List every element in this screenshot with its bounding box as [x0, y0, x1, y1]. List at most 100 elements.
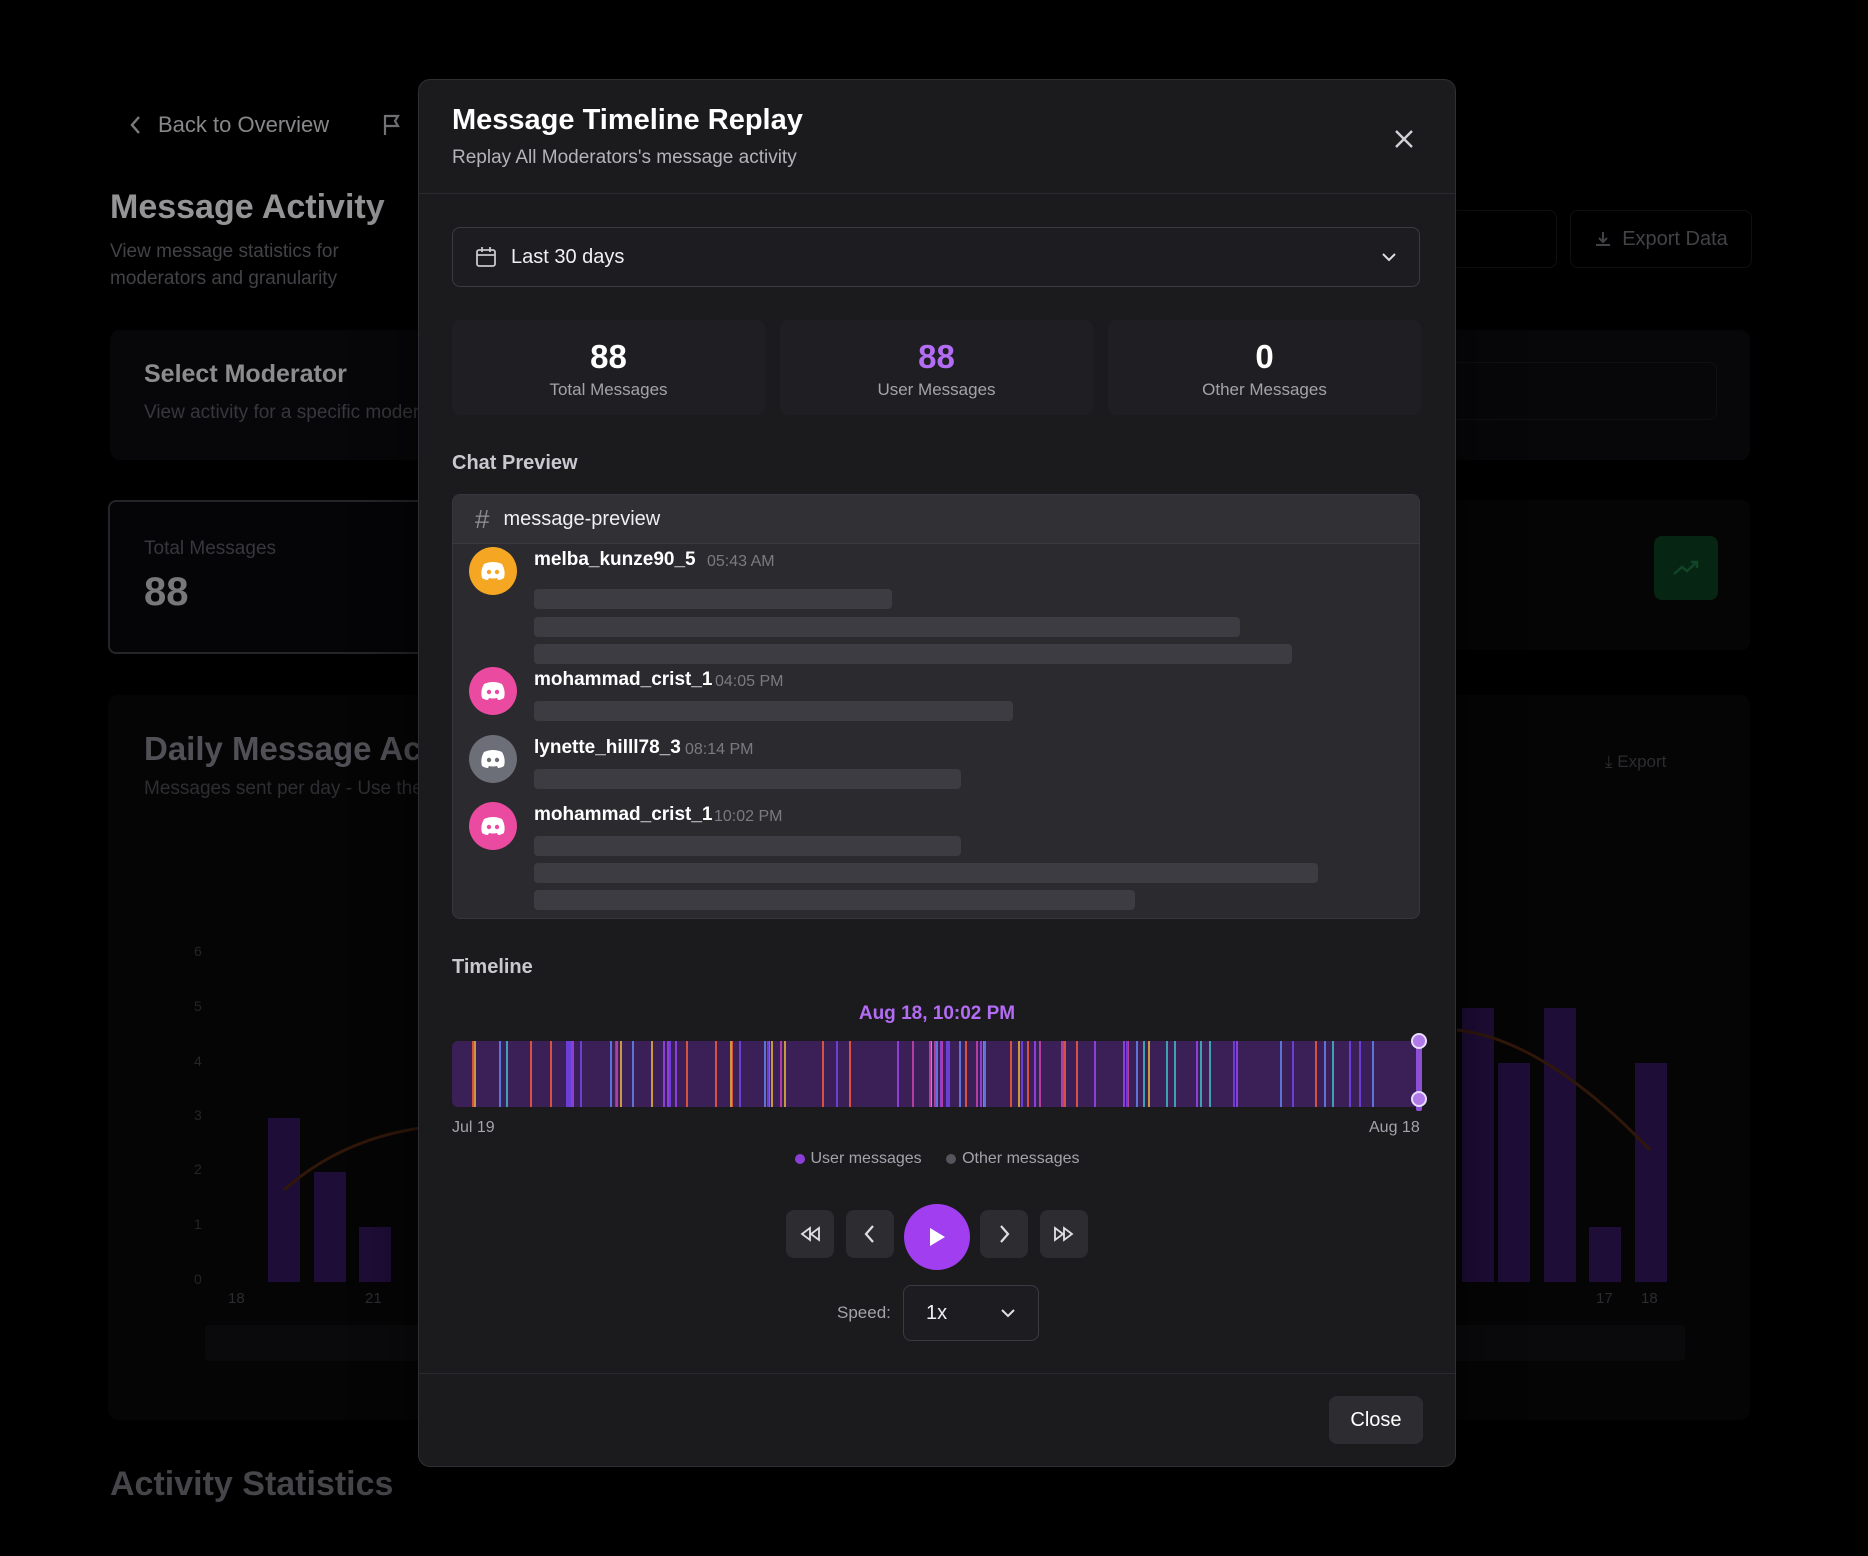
speed-select[interactable]: 1x: [903, 1285, 1039, 1341]
play-button[interactable]: [904, 1204, 970, 1270]
header-divider: [419, 193, 1455, 194]
timeline-message-marker: [498, 1041, 501, 1107]
stat-value: 0: [1255, 338, 1274, 375]
legend-user: User messages: [794, 1150, 922, 1168]
message-username[interactable]: melba_kunze90_5: [534, 549, 696, 571]
timeline-message-marker: [1165, 1041, 1168, 1107]
timeline-message-marker: [1174, 1041, 1176, 1107]
timeline-message-marker: [1143, 1041, 1146, 1107]
timeline-message-marker: [620, 1041, 623, 1107]
fast-forward-icon: [1054, 1226, 1074, 1242]
avatar[interactable]: [469, 547, 517, 595]
timeline-message-marker: [947, 1041, 950, 1107]
timeline-message-marker: [1026, 1041, 1029, 1107]
timeline-message-marker: [1123, 1041, 1126, 1107]
timeline-message-marker: [529, 1041, 532, 1107]
channel-name: message-preview: [503, 507, 661, 530]
message-username[interactable]: mohammad_crist_1: [534, 669, 712, 691]
timeline-message-marker: [1018, 1041, 1021, 1107]
timeline-message-marker: [632, 1041, 635, 1107]
timeline-message-marker: [1020, 1041, 1023, 1107]
timeline-message-marker: [609, 1041, 612, 1107]
chevron-down-icon: [1001, 1309, 1015, 1318]
timeline-message-marker: [472, 1041, 474, 1107]
discord-icon: [481, 750, 505, 768]
stat-total-messages: 88 Total Messages: [452, 320, 765, 415]
stat-other-messages: 0 Other Messages: [1108, 320, 1421, 415]
timeline-message-marker: [1038, 1041, 1041, 1107]
message-placeholder-line: [534, 890, 1135, 910]
close-icon[interactable]: [1389, 124, 1419, 154]
date-range-value: Last 30 days: [511, 245, 625, 268]
message-timestamp: 04:05 PM: [715, 673, 784, 690]
playhead-bottom-handle[interactable]: [1411, 1091, 1427, 1107]
timeline-message-marker: [505, 1041, 508, 1107]
speed-label: Speed:: [837, 1303, 891, 1322]
next-message-button[interactable]: [980, 1210, 1028, 1258]
timeline-message-marker: [1033, 1041, 1036, 1107]
timeline-message-marker: [983, 1041, 986, 1107]
timeline-message-marker: [764, 1041, 767, 1107]
timeline-message-marker: [739, 1041, 742, 1107]
timeline-message-marker: [1125, 1041, 1128, 1107]
timeline-message-marker: [979, 1041, 982, 1107]
timeline-message-marker: [933, 1041, 936, 1107]
timeline-message-marker: [615, 1041, 618, 1107]
legend-user-label: User messages: [810, 1150, 922, 1167]
timeline-label: Timeline: [452, 956, 533, 978]
channel-header: # message-preview: [453, 495, 1419, 544]
timeline-replay-dialog: Message Timeline Replay Replay All Moder…: [418, 79, 1456, 1467]
timeline-track[interactable]: [452, 1033, 1427, 1111]
timeline-message-marker: [835, 1041, 838, 1107]
message-timestamp: 05:43 AM: [707, 553, 775, 570]
timeline-end-date: Aug 18: [1369, 1119, 1420, 1136]
avatar[interactable]: [469, 735, 517, 783]
timeline-message-marker: [730, 1041, 733, 1107]
close-button[interactable]: Close: [1329, 1396, 1423, 1444]
timeline-message-marker: [779, 1041, 782, 1107]
message-timestamp: 10:02 PM: [714, 808, 783, 825]
message-username[interactable]: mohammad_crist_1: [534, 804, 712, 826]
chevron-right-icon: [1000, 1225, 1010, 1243]
timeline-message-marker: [958, 1041, 961, 1107]
skip-to-end-button[interactable]: [1040, 1210, 1088, 1258]
chat-preview-label: Chat Preview: [452, 452, 578, 474]
discord-icon: [481, 682, 505, 700]
timeline-message-marker: [822, 1041, 825, 1107]
timeline-message-marker: [911, 1041, 914, 1107]
chevron-down-icon: [1382, 253, 1396, 262]
avatar[interactable]: [469, 802, 517, 850]
timeline-message-marker: [848, 1041, 851, 1107]
timeline-message-marker: [474, 1041, 477, 1107]
timeline-message-marker: [1147, 1041, 1150, 1107]
timeline-legend: User messages Other messages: [419, 1150, 1455, 1168]
stat-caption: Total Messages: [549, 380, 668, 399]
timeline-message-marker: [685, 1041, 688, 1107]
timeline-message-marker: [1094, 1041, 1097, 1107]
timeline-message-marker: [1323, 1041, 1326, 1107]
message-placeholder-line: [534, 617, 1240, 637]
play-icon: [930, 1228, 945, 1246]
timeline-message-marker: [663, 1041, 665, 1107]
timeline-message-marker: [1196, 1041, 1198, 1107]
timeline-message-marker: [675, 1041, 678, 1107]
avatar[interactable]: [469, 667, 517, 715]
timeline-message-marker: [1292, 1041, 1295, 1107]
message-placeholder-line: [534, 701, 1013, 721]
skip-to-start-button[interactable]: [786, 1210, 834, 1258]
timeline-message-marker: [715, 1041, 718, 1107]
message-timestamp: 08:14 PM: [685, 741, 754, 758]
previous-message-button[interactable]: [846, 1210, 894, 1258]
stat-user-messages: 88 User Messages: [780, 320, 1093, 415]
date-range-select[interactable]: Last 30 days: [452, 227, 1420, 287]
chat-preview[interactable]: # message-preview melba_kunze90_5 05:43 A…: [452, 494, 1420, 919]
timeline-message-marker: [669, 1041, 672, 1107]
speed-value: 1x: [926, 1301, 948, 1324]
message-placeholder-line: [534, 644, 1292, 664]
playhead-top-handle[interactable]: [1411, 1033, 1427, 1049]
message-username[interactable]: lynette_hilll78_3: [534, 737, 681, 759]
timeline-message-marker: [1233, 1041, 1236, 1107]
timeline-message-marker: [940, 1041, 943, 1107]
legend-other-swatch: [946, 1153, 957, 1164]
timeline-message-marker: [1372, 1041, 1375, 1107]
